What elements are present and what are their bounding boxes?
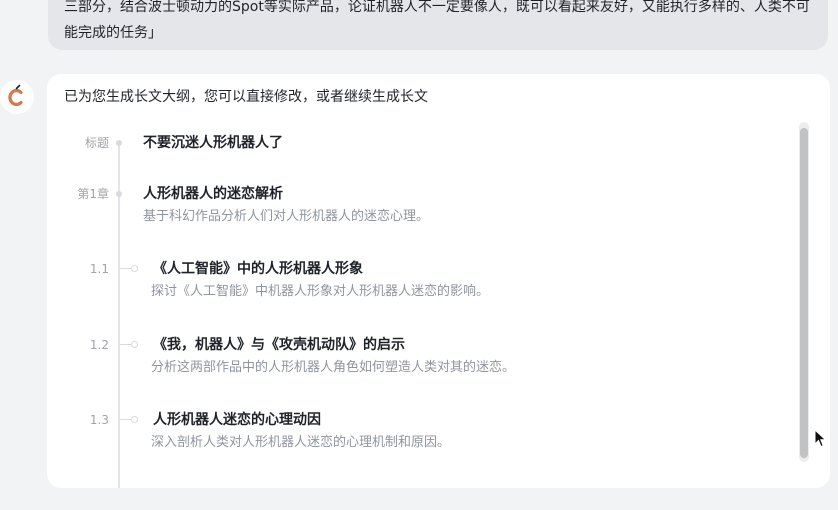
outline-item-number: 1.2 <box>89 338 109 352</box>
user-message-line: 能完成的任务」 <box>64 25 162 41</box>
assistant-logo-icon <box>8 84 23 107</box>
outline-scrollbar[interactable] <box>799 122 809 462</box>
outline-item-number: 1.3 <box>89 413 109 427</box>
outline-item-description[interactable]: 深入剖析人类对人形机器人迷恋的心理机制和原因。 <box>151 434 450 452</box>
outline-item-title-text[interactable]: 人形机器人的迷恋解析 <box>143 184 283 204</box>
user-message-line: 三部分，结合波士顿动力的Spot等实际产品，论证机器人不一定要像人，既可以看起来… <box>64 0 810 15</box>
outline-item-number: 1.1 <box>89 262 109 276</box>
assistant-avatar <box>0 80 34 114</box>
outline-item-number: 第1章 <box>77 187 109 201</box>
outline-item-description[interactable]: 基于科幻作品分析人们对人形机器人的迷恋心理。 <box>143 208 429 226</box>
scrollbar-thumb[interactable] <box>800 128 808 458</box>
timeline-branch-dot <box>131 265 138 272</box>
outline-item-description[interactable]: 分析这两部作品中的人形机器人角色如何塑造人类对其的迷恋。 <box>151 359 515 377</box>
outline-timeline[interactable]: 标题 不要沉迷人形机器人了 第1章 人形机器人的迷恋解析 基于科幻作品分析人们对… <box>47 124 797 488</box>
timeline-branch-dot <box>131 341 138 348</box>
outline-item-title-text[interactable]: 人形机器人迷恋的心理动因 <box>153 410 321 430</box>
timeline-branch-dot <box>131 416 138 423</box>
chat-page: 三部分，结合波士顿动力的Spot等实际产品，论证机器人不一定要像人，既可以看起来… <box>0 0 838 510</box>
outline-item-number: 标题 <box>84 136 109 150</box>
mouse-cursor-icon <box>814 428 828 453</box>
user-message-bubble: 三部分，结合波士顿动力的Spot等实际产品，论证机器人不一定要像人，既可以看起来… <box>48 0 828 50</box>
assistant-intro-text: 已为您生成长文大纲，您可以直接修改，或者继续生成长文 <box>64 89 428 105</box>
timeline-dot <box>116 191 122 197</box>
timeline-dot <box>116 140 122 146</box>
outline-item-title-text[interactable]: 《我，机器人》与《攻壳机动队》的启示 <box>153 335 405 355</box>
outline-item-title-text[interactable]: 《人工智能》中的人形机器人形象 <box>153 259 363 279</box>
outline-item-description[interactable]: 探讨《人工智能》中机器人形象对人形机器人迷恋的影响。 <box>151 283 489 301</box>
assistant-response-card: 已为您生成长文大纲，您可以直接修改，或者继续生成长文 标题 不要沉迷人形机器人了… <box>47 74 830 488</box>
outline-item-title-text[interactable]: 不要沉迷人形机器人了 <box>143 133 283 153</box>
